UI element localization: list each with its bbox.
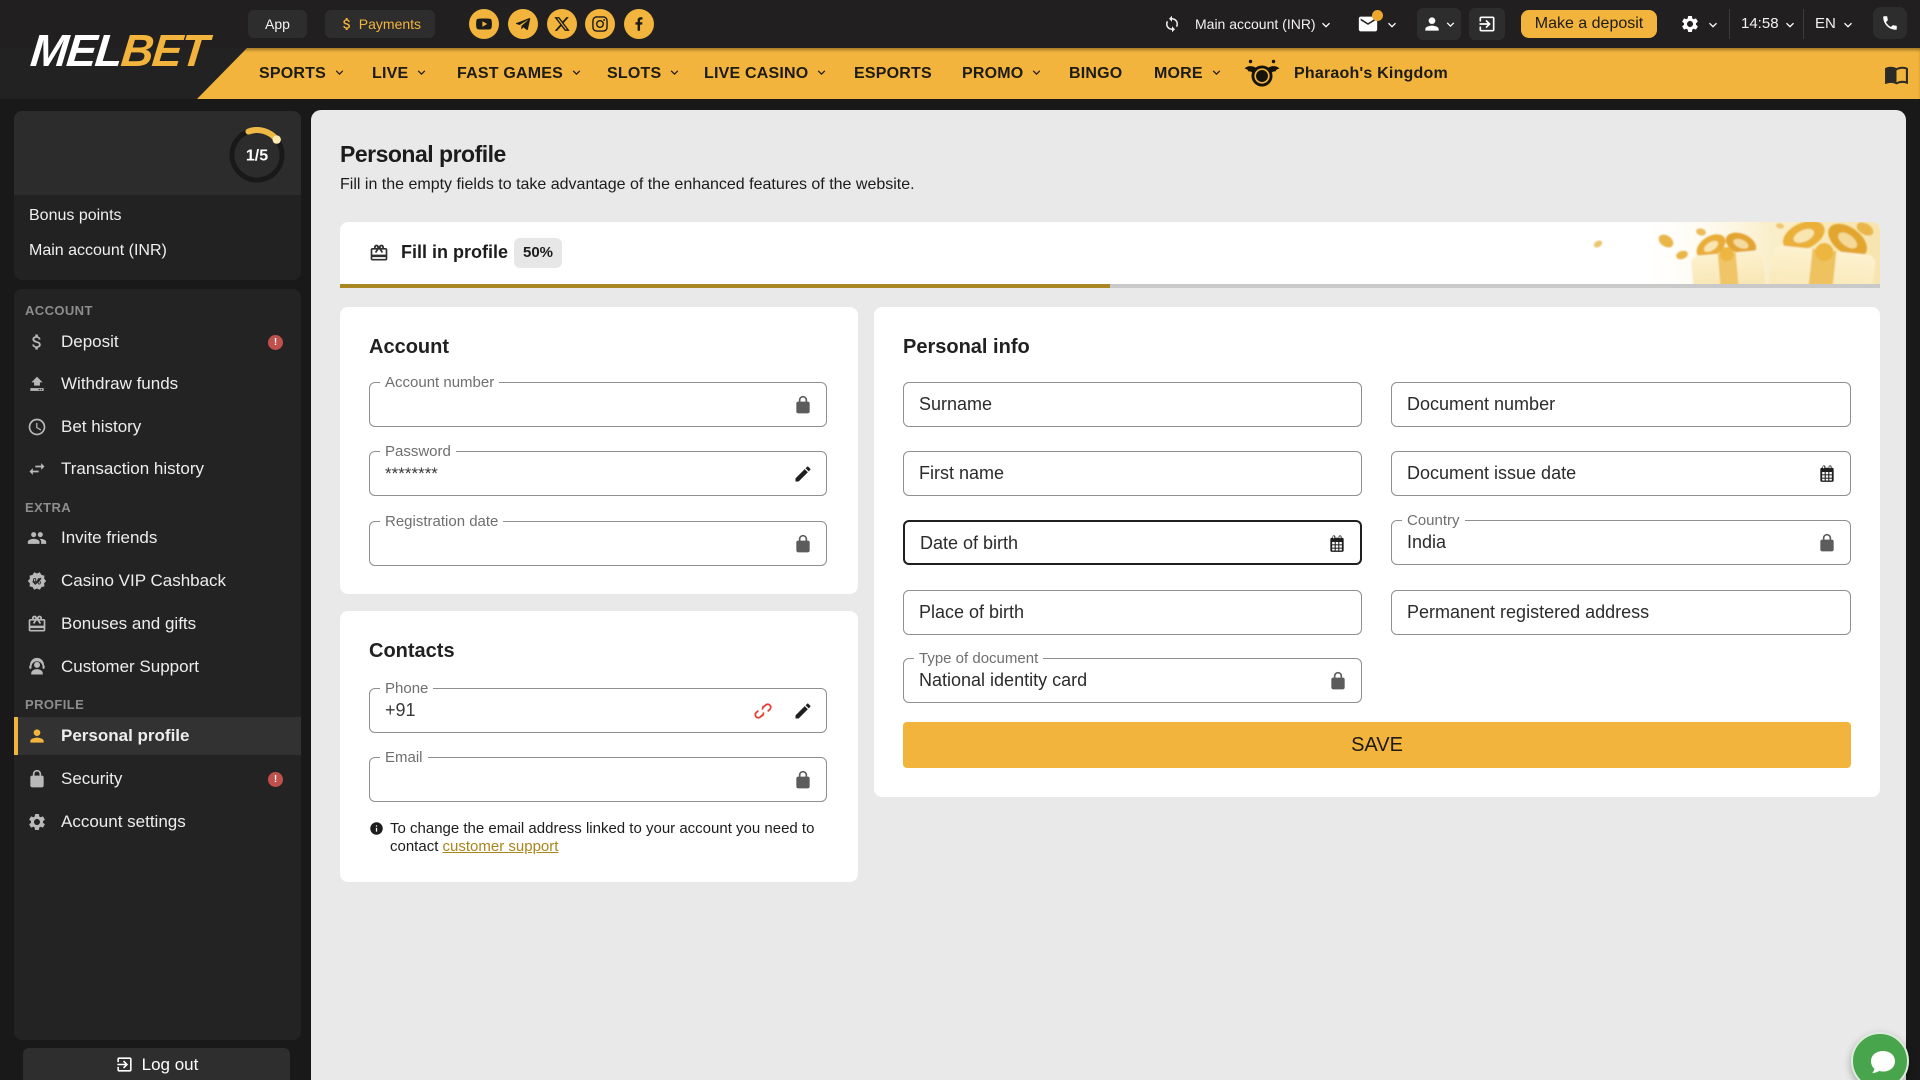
svg-text:1/5: 1/5 — [246, 148, 268, 165]
svg-text:%: % — [33, 576, 41, 586]
